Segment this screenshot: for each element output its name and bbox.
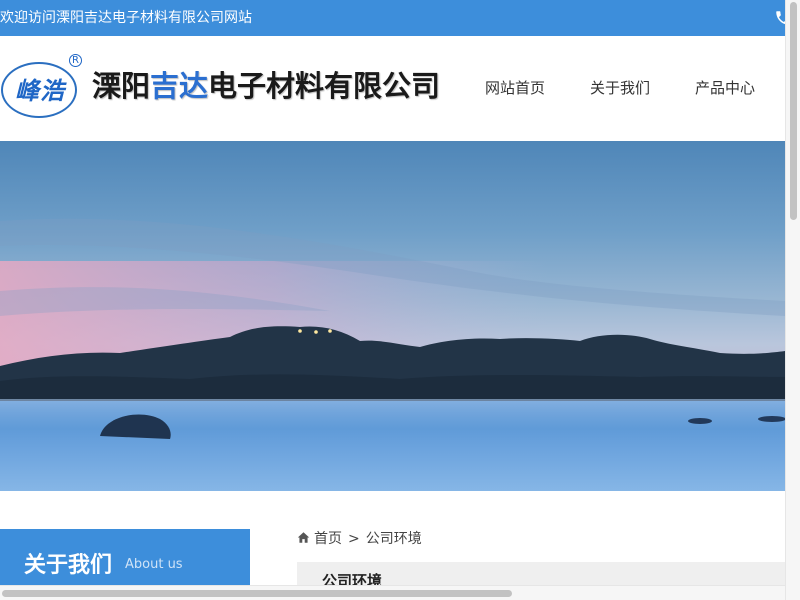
- nav-item-about[interactable]: 关于我们: [590, 36, 650, 141]
- company-name-part1: 溧阳: [92, 69, 151, 103]
- breadcrumb: 首页 > 公司环境: [297, 529, 422, 549]
- breadcrumb-current[interactable]: 公司环境: [366, 531, 422, 547]
- sidebar-title-en: About us: [125, 557, 183, 572]
- nav-item-home[interactable]: 网站首页: [485, 36, 545, 141]
- registered-mark: R: [69, 54, 82, 67]
- company-logo[interactable]: 峰浩 R: [0, 54, 84, 126]
- banner-image: [0, 141, 785, 491]
- horizontal-scrollbar-thumb[interactable]: [2, 590, 512, 597]
- horizontal-scrollbar[interactable]: [0, 585, 785, 600]
- vertical-scrollbar[interactable]: [785, 0, 800, 600]
- sidebar-title-text: 关于我们: [24, 553, 113, 578]
- top-welcome-bar: 欢迎访问溧阳吉达电子材料有限公司网站: [0, 0, 800, 36]
- vertical-scrollbar-thumb[interactable]: [790, 2, 797, 220]
- company-name-part2: 吉达: [150, 69, 209, 103]
- logo-text: 峰浩: [15, 76, 65, 105]
- site-header: 峰浩 R 溧阳吉达电子材料有限公司 网站首页 关于我们 产品中心: [0, 36, 800, 141]
- hero-banner: [0, 141, 785, 491]
- breadcrumb-home-link[interactable]: 首页: [314, 531, 342, 547]
- sidebar-title: 关于我们 About us: [0, 529, 250, 585]
- nav-item-products[interactable]: 产品中心: [695, 36, 755, 141]
- company-name-part3: 电子材料有限公司: [208, 69, 441, 103]
- breadcrumb-separator: >: [348, 531, 360, 547]
- company-name: 溧阳吉达电子材料有限公司: [92, 69, 440, 103]
- welcome-text: 欢迎访问溧阳吉达电子材料有限公司网站: [0, 10, 252, 26]
- home-icon: [297, 532, 310, 543]
